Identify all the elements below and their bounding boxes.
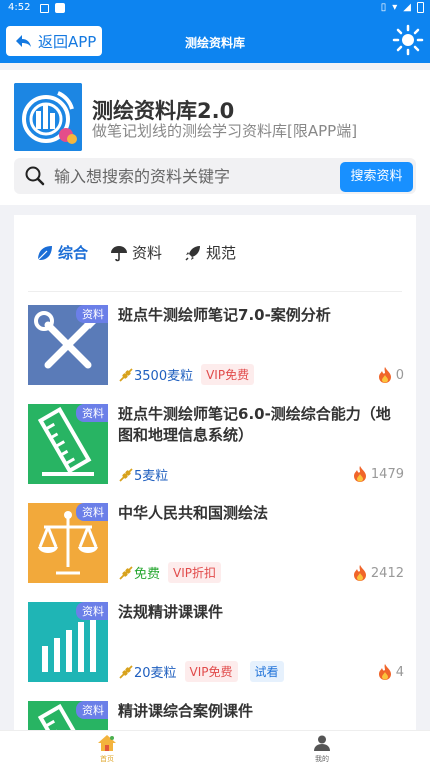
price-label: 20麦粒 bbox=[134, 666, 177, 681]
item-tag: 资料 bbox=[76, 305, 108, 323]
item-thumbnail: 资料 bbox=[28, 602, 108, 682]
tab-label: 规范 bbox=[206, 244, 237, 262]
trial-badge[interactable]: 试看 bbox=[249, 661, 284, 682]
item-meta: 3500麦粒 VIP免费 bbox=[118, 364, 255, 385]
item-title: 中华人民共和国测绘法 bbox=[118, 504, 269, 522]
item-price: 免费 bbox=[118, 563, 160, 582]
tab-label: 综合 bbox=[58, 244, 89, 262]
app-notification-icon bbox=[55, 3, 65, 13]
search-bar: 搜索资料 bbox=[14, 158, 416, 194]
item-thumbnail: 资料 bbox=[28, 404, 108, 484]
wheat-icon bbox=[119, 467, 133, 482]
tabs-divider bbox=[28, 291, 402, 292]
app-bar: 返回APP 测绘资料库 bbox=[0, 17, 430, 63]
rocket-icon bbox=[185, 245, 201, 261]
sun-icon[interactable] bbox=[392, 24, 424, 56]
nav-profile[interactable]: 我的 bbox=[292, 734, 352, 764]
battery-icon bbox=[417, 2, 424, 13]
views-count: 0 bbox=[395, 367, 404, 383]
item-meta: 5麦粒 bbox=[118, 465, 168, 484]
list-item[interactable]: 资料 法规精讲课课件 20麦粒 VIP免费 试看 4 bbox=[28, 602, 406, 684]
wifi-icon: ▾ bbox=[392, 2, 398, 13]
views-count: 4 bbox=[395, 664, 404, 680]
fire-icon bbox=[378, 664, 391, 680]
list-item[interactable]: 资料 班点牛测绘师笔记7.0-案例分析 3500麦粒 VIP免费 0 bbox=[28, 305, 406, 387]
item-meta: 免费 VIP折扣 bbox=[118, 562, 222, 583]
item-title: 班点牛测绘师笔记7.0-案例分析 bbox=[118, 306, 331, 324]
price-label: 5麦粒 bbox=[134, 469, 169, 484]
home-icon bbox=[98, 735, 116, 751]
item-thumbnail: 资料 bbox=[28, 503, 108, 583]
item-title: 精讲课综合案例课件 bbox=[118, 702, 254, 720]
tab-comprehensive[interactable]: 综合 bbox=[36, 242, 88, 263]
views-count: 2412 bbox=[370, 565, 404, 581]
content-card: 综合 资料 规范 资料 班点牛测绘师笔记7.0-案例分析 3500麦粒 VIP免… bbox=[14, 215, 416, 735]
vip-badge: VIP免费 bbox=[184, 661, 238, 682]
item-thumbnail: 资料 bbox=[28, 305, 108, 385]
vip-badge: VIP免费 bbox=[201, 364, 255, 385]
umbrella-icon bbox=[111, 245, 128, 261]
brand-subtitle: 做笔记划线的测绘学习资料库[限APP端] bbox=[92, 122, 358, 140]
price-label: 免费 bbox=[134, 567, 161, 582]
item-price: 20麦粒 bbox=[118, 662, 177, 681]
page-title: 测绘资料库 bbox=[184, 36, 245, 50]
status-bar: 4:52 ▯ ▾ ◢ bbox=[0, 0, 430, 17]
vibrate-icon: ▯ bbox=[380, 2, 387, 13]
fire-icon bbox=[378, 367, 391, 383]
item-views: 1479 bbox=[352, 465, 404, 483]
item-views: 0 bbox=[377, 366, 404, 384]
item-views: 4 bbox=[377, 663, 404, 681]
fire-icon bbox=[353, 466, 366, 482]
item-price: 5麦粒 bbox=[118, 465, 168, 484]
item-tag: 资料 bbox=[76, 503, 108, 521]
search-icon bbox=[25, 166, 45, 186]
tab-materials[interactable]: 资料 bbox=[110, 242, 162, 263]
search-input[interactable] bbox=[54, 158, 334, 194]
item-tag: 资料 bbox=[76, 602, 108, 620]
app-logo bbox=[14, 83, 82, 151]
signal-icon: ◢ bbox=[403, 2, 411, 13]
list-item[interactable]: 资料 中华人民共和国测绘法 免费 VIP折扣 2412 bbox=[28, 503, 406, 585]
tab-label: 资料 bbox=[132, 244, 163, 262]
tab-standards[interactable]: 规范 bbox=[184, 242, 236, 263]
wheat-icon bbox=[119, 565, 133, 580]
vip-badge: VIP折扣 bbox=[168, 562, 222, 583]
item-title: 班点牛测绘师笔记6.0-测绘综合能力（地图和地理信息系统） bbox=[118, 405, 391, 444]
status-time: 4:52 bbox=[8, 2, 31, 13]
header-card: 测绘资料库2.0 做笔记划线的测绘学习资料库[限APP端] 搜索资料 bbox=[0, 70, 430, 205]
item-title: 法规精讲课课件 bbox=[118, 603, 224, 621]
nav-label: 我的 bbox=[315, 755, 329, 763]
wheat-icon bbox=[119, 664, 133, 679]
item-meta: 20麦粒 VIP免费 试看 bbox=[118, 661, 284, 682]
nav-home[interactable]: 首页 bbox=[77, 734, 137, 764]
nav-label: 首页 bbox=[100, 755, 114, 763]
bottom-nav: 首页 我的 bbox=[0, 730, 430, 766]
list-item[interactable]: 资料 班点牛测绘师笔记6.0-测绘综合能力（地图和地理信息系统） 5麦粒 147… bbox=[28, 404, 406, 486]
item-price: 3500麦粒 bbox=[118, 365, 193, 384]
price-label: 3500麦粒 bbox=[134, 369, 194, 384]
item-tag: 资料 bbox=[76, 701, 108, 719]
item-views: 2412 bbox=[352, 564, 404, 582]
leaf-icon bbox=[37, 245, 52, 260]
views-count: 1479 bbox=[370, 466, 404, 482]
wheat-icon bbox=[119, 367, 133, 382]
notification-icon bbox=[40, 4, 49, 13]
item-tag: 资料 bbox=[76, 404, 108, 422]
category-tabs: 综合 资料 规范 bbox=[36, 242, 236, 263]
fire-icon bbox=[353, 565, 366, 581]
search-button[interactable]: 搜索资料 bbox=[340, 162, 413, 192]
user-icon bbox=[314, 735, 330, 751]
